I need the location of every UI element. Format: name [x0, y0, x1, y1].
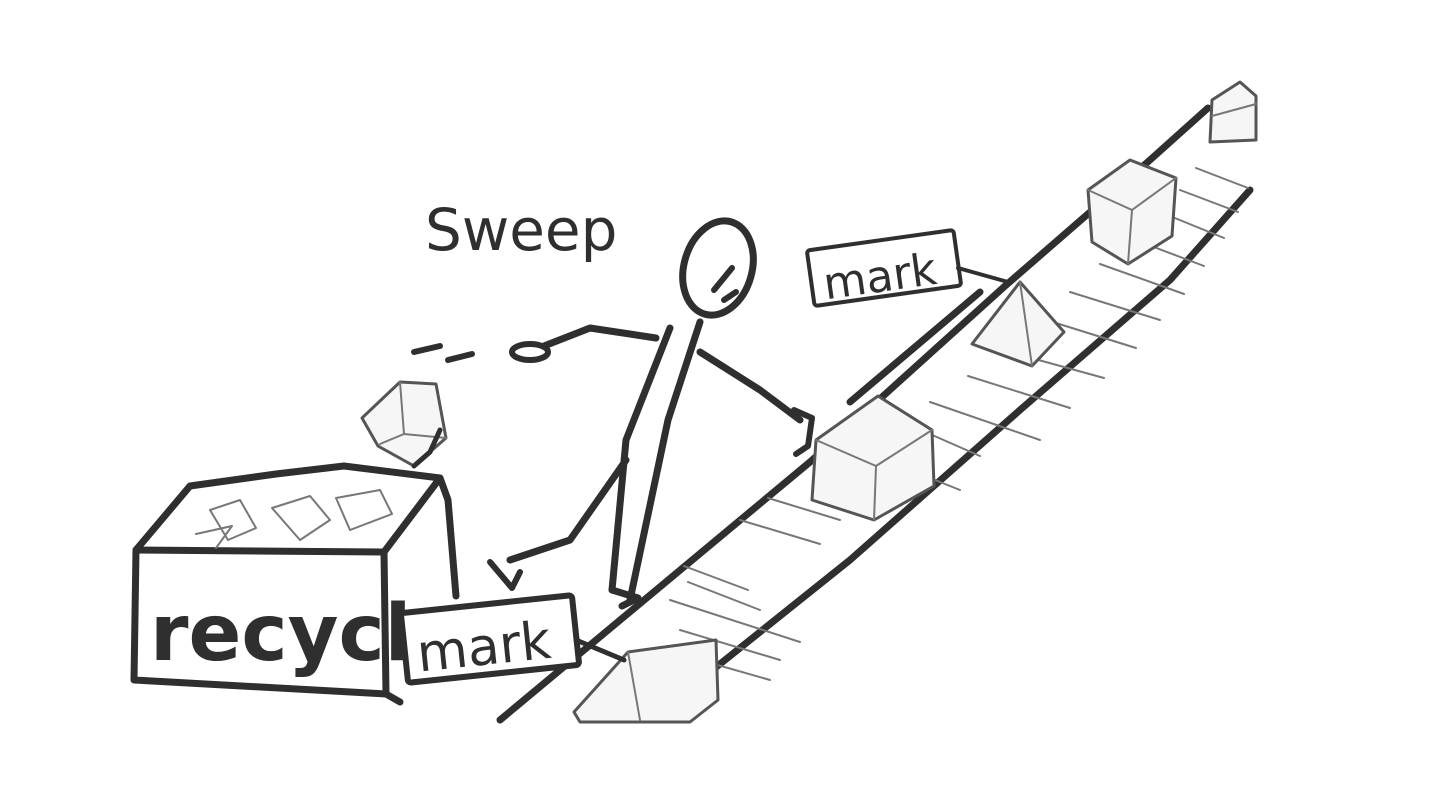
stick-figure: [487, 217, 815, 610]
mark-tag-top-pointer: [956, 266, 1010, 284]
mark-tag-bottom-label: mark: [414, 611, 554, 685]
figure-face: [711, 265, 739, 303]
bin-contents: [195, 489, 393, 549]
sweep-sketch: Sweep recycle mark mark: [130, 80, 1258, 724]
sweep-label: Sweep: [425, 196, 617, 264]
bin-rim: [132, 462, 444, 556]
mark-tag-bottom: mark: [398, 592, 627, 686]
box-pyramid: [970, 280, 1066, 368]
figure-arm-front: [696, 348, 804, 424]
belt-slats: [669, 167, 1249, 681]
figure-arm-back: [540, 324, 660, 350]
sketch-canvas: Sweep recycle mark mark: [0, 0, 1430, 794]
belt-near-edge-upper: [846, 288, 984, 406]
box-top: [1208, 80, 1258, 144]
motion-dashes: [411, 343, 475, 363]
figure-foot-back: [487, 559, 523, 591]
figure-hand-back: [509, 341, 551, 363]
motion-lines: [411, 343, 475, 363]
belt-slat-lines: [669, 167, 1249, 681]
box-upper: [1086, 158, 1178, 266]
figure-leg-back: [506, 456, 630, 564]
flying-box: [360, 380, 448, 469]
figure-head: [679, 217, 757, 319]
box-bottom: [572, 638, 720, 724]
